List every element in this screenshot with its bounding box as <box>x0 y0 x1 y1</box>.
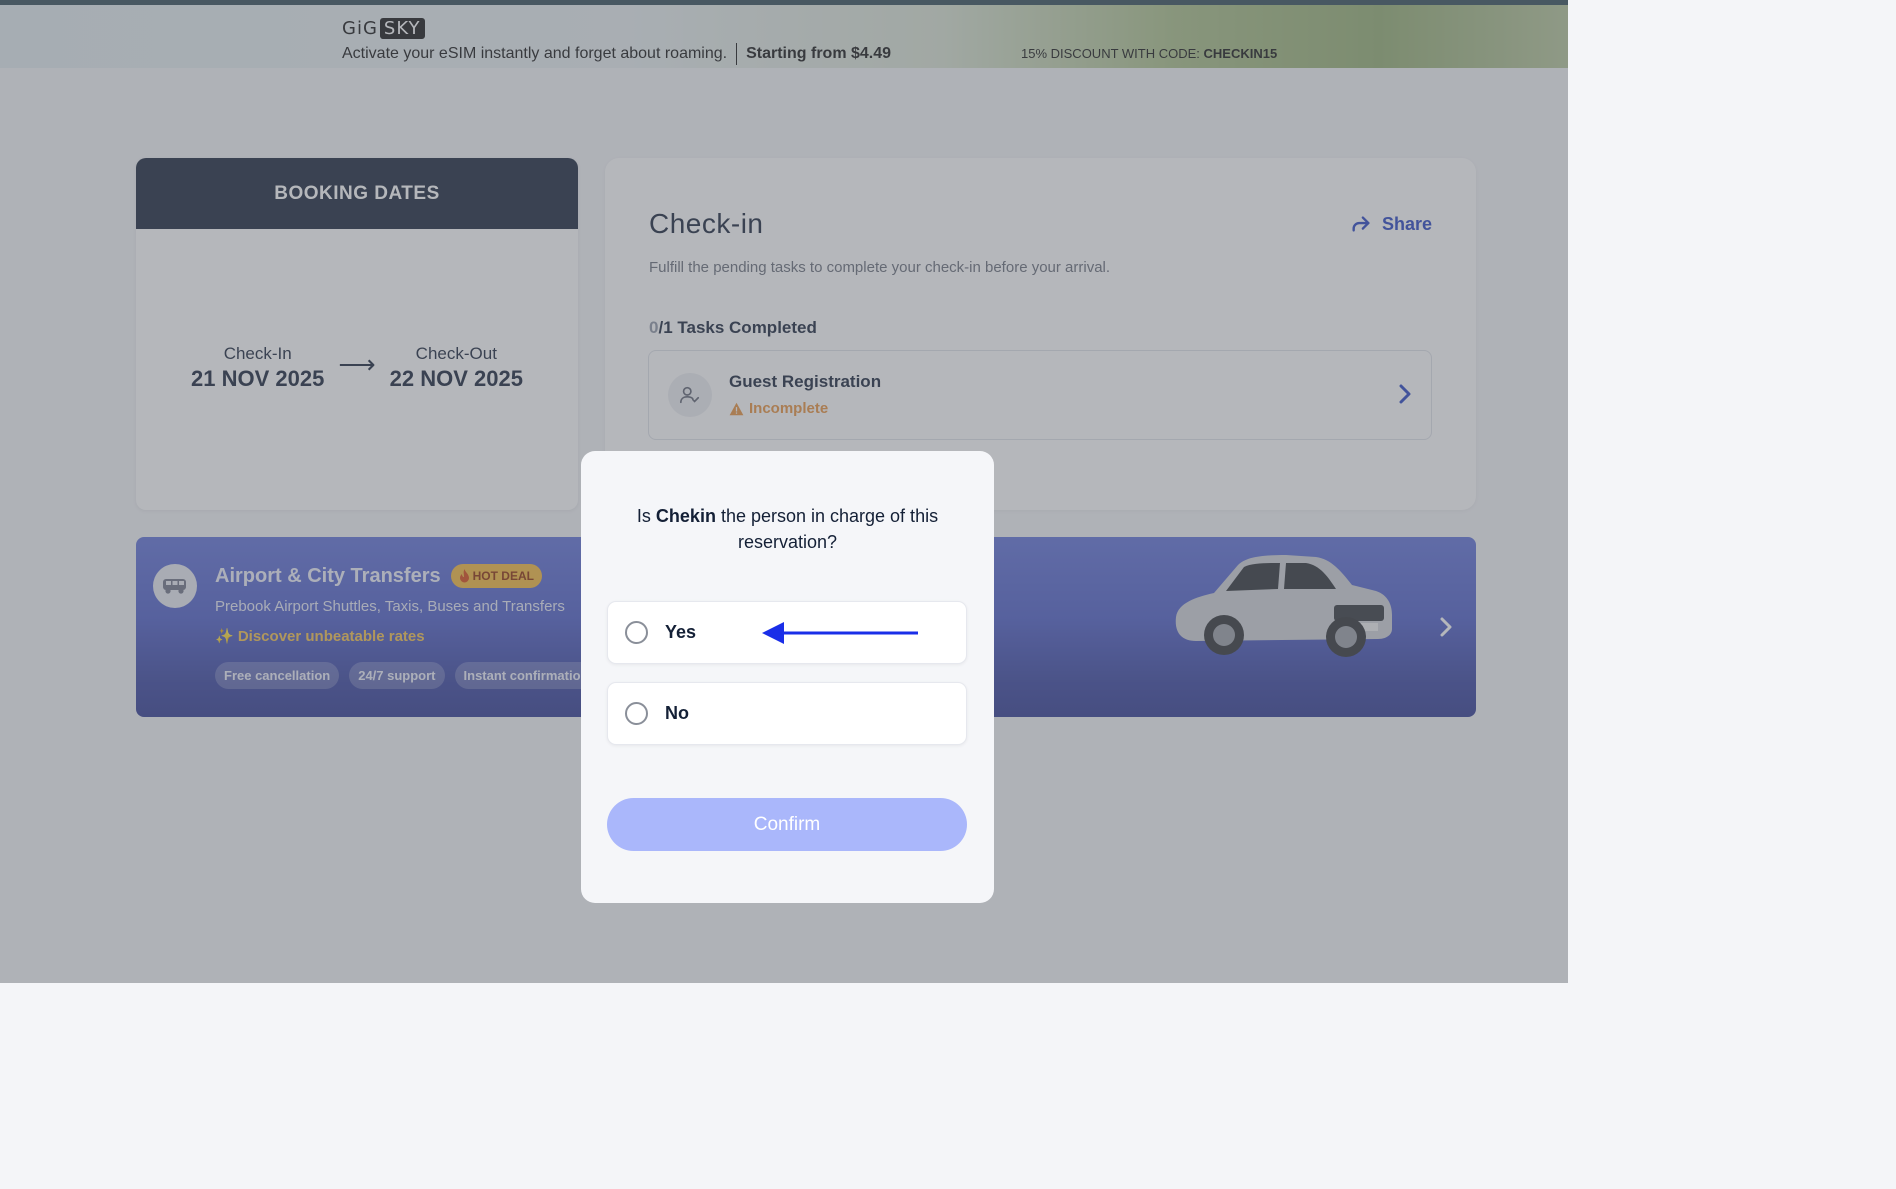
option-no[interactable]: No <box>607 682 967 745</box>
radio-yes[interactable] <box>625 621 648 644</box>
confirm-button[interactable]: Confirm <box>607 798 967 851</box>
option-yes-label: Yes <box>665 622 697 642</box>
option-no-label: No <box>665 703 689 723</box>
question-prefix: Is <box>636 506 656 526</box>
reservation-holder-modal: Is Chekin the person in charge of this r… <box>581 451 994 903</box>
question-name: Chekin <box>655 506 716 526</box>
modal-question: Is Chekin the person in charge of this r… <box>601 503 974 555</box>
arrow-left-icon <box>762 622 918 644</box>
radio-no[interactable] <box>625 702 648 725</box>
question-suffix: the person in charge of this reservation… <box>715 506 939 552</box>
option-yes[interactable]: Yes <box>607 601 967 664</box>
